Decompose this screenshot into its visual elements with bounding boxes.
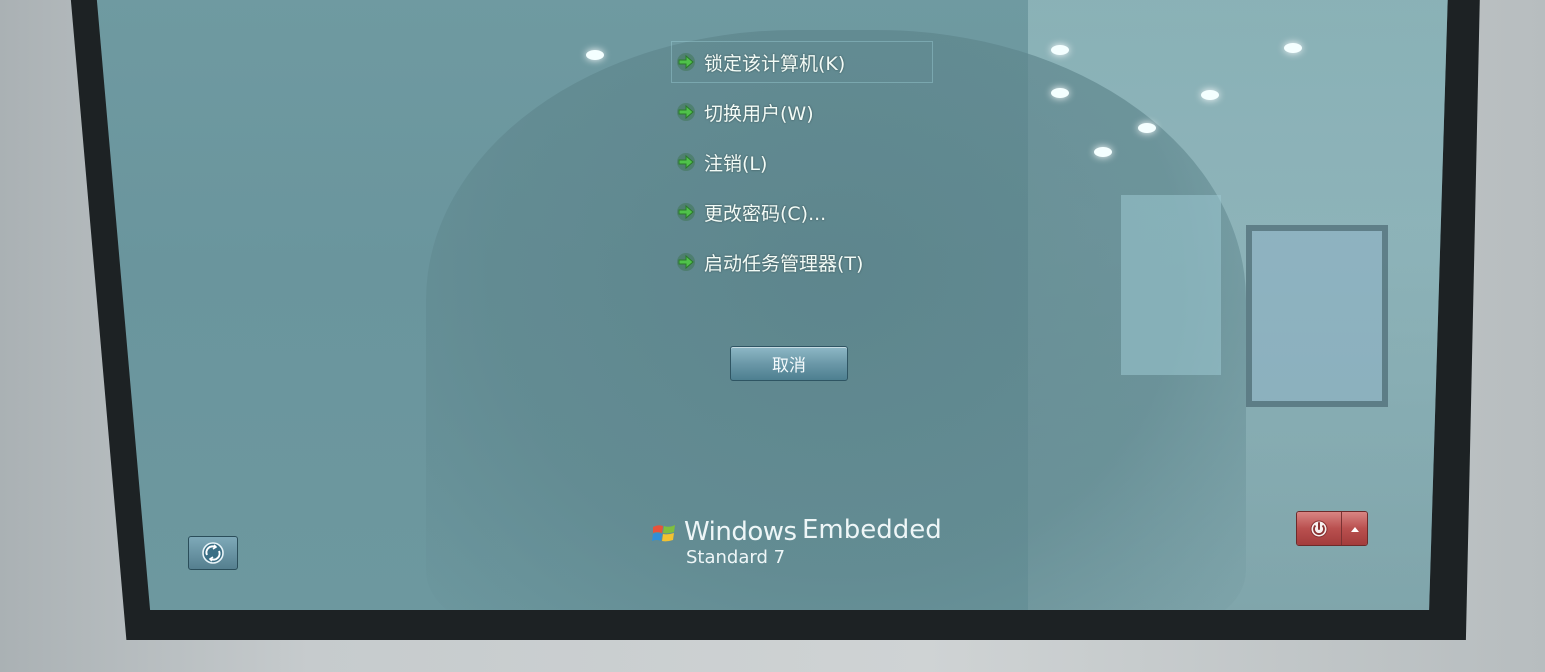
light-reflection bbox=[586, 50, 604, 60]
security-options-menu: 锁定该计算机(K) 切换用户(W) 注销(L) 更改密码(C)... 启动任务管… bbox=[671, 41, 933, 292]
option-label: 注销(L) bbox=[704, 152, 768, 175]
chevron-up-icon bbox=[1350, 526, 1359, 532]
light-reflection bbox=[1201, 90, 1219, 100]
kiosk-reflection bbox=[1246, 225, 1388, 407]
light-reflection bbox=[1284, 43, 1302, 53]
brand-windows-text: Windows bbox=[684, 517, 797, 547]
arrow-right-icon bbox=[677, 253, 695, 271]
arrow-right-icon bbox=[677, 103, 695, 121]
task-manager-option[interactable]: 启动任务管理器(T) bbox=[672, 242, 932, 282]
option-label: 切换用户(W) bbox=[704, 102, 814, 125]
log-off-option[interactable]: 注销(L) bbox=[672, 142, 932, 182]
power-options-group bbox=[1296, 511, 1368, 546]
banner-reflection bbox=[1121, 195, 1221, 375]
arrow-right-icon bbox=[677, 153, 695, 171]
shutdown-options-button[interactable] bbox=[1341, 512, 1367, 545]
lock-computer-option[interactable]: 锁定该计算机(K) bbox=[671, 41, 933, 83]
windows-embedded-logo: Windows Embedded Standard 7 bbox=[652, 515, 942, 575]
cancel-label: 取消 bbox=[772, 356, 806, 376]
ease-of-access-button[interactable] bbox=[188, 536, 238, 570]
change-password-option[interactable]: 更改密码(C)... bbox=[672, 192, 932, 232]
option-label: 更改密码(C)... bbox=[704, 202, 827, 225]
light-reflection bbox=[1138, 123, 1156, 133]
light-reflection bbox=[1051, 88, 1069, 98]
switch-user-option[interactable]: 切换用户(W) bbox=[672, 92, 932, 132]
light-reflection bbox=[1051, 45, 1069, 55]
brand-edition-text: Standard 7 bbox=[686, 547, 786, 568]
windows-flag-icon bbox=[652, 525, 675, 542]
option-label: 启动任务管理器(T) bbox=[704, 252, 864, 275]
cancel-button[interactable]: 取消 bbox=[730, 346, 848, 381]
option-label: 锁定该计算机(K) bbox=[704, 52, 846, 75]
ease-of-access-icon bbox=[202, 542, 224, 564]
brand-embedded-text: Embedded bbox=[802, 515, 942, 545]
shutdown-button[interactable] bbox=[1297, 512, 1341, 545]
arrow-right-icon bbox=[677, 53, 695, 71]
arrow-right-icon bbox=[677, 203, 695, 221]
light-reflection bbox=[1094, 147, 1112, 157]
power-icon bbox=[1310, 520, 1328, 537]
